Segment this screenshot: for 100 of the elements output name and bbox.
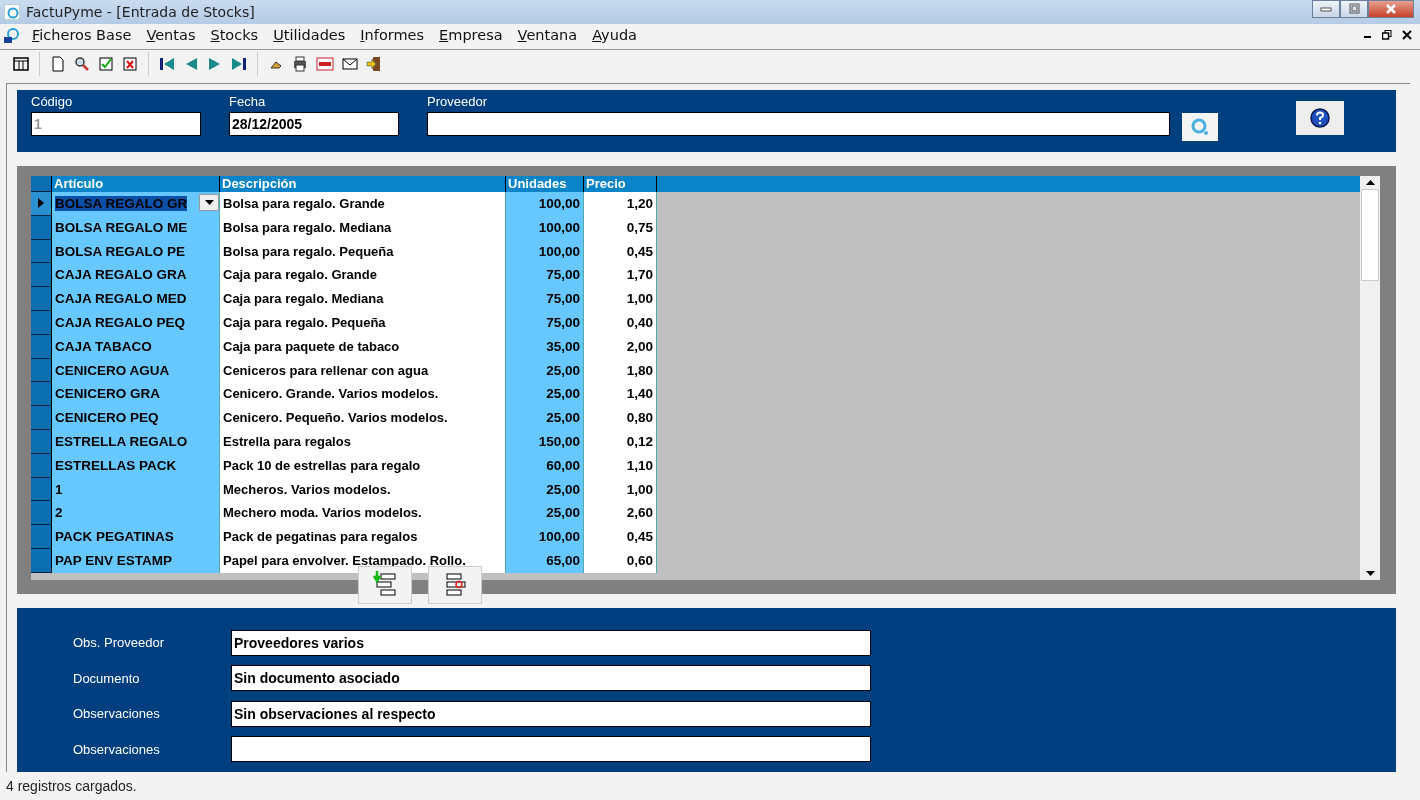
search-button[interactable] xyxy=(1182,113,1218,141)
row-indicator[interactable] xyxy=(31,525,52,549)
row-indicator[interactable] xyxy=(31,477,52,502)
row-indicator[interactable] xyxy=(31,192,52,216)
input-field[interactable] xyxy=(427,112,1170,136)
insert-row-button[interactable] xyxy=(358,566,412,604)
table-cell: Caja para paquete de tabaco xyxy=(220,334,506,359)
table-cell: 0,75 xyxy=(584,215,657,240)
table-cell: CAJA REGALO GRA xyxy=(52,263,220,288)
field-label: Observaciones xyxy=(73,706,161,722)
table-cell: 2,00 xyxy=(584,334,657,359)
table-cell: 25,00 xyxy=(506,501,584,526)
scrollbar[interactable] xyxy=(1360,176,1380,580)
row-indicator[interactable] xyxy=(31,311,52,335)
table-cell: Estrella para regalos xyxy=(220,429,506,454)
table-cell: BOLSA REGALO ME xyxy=(52,215,220,240)
close-icon xyxy=(1385,3,1397,15)
table-cell: 25,00 xyxy=(506,382,584,407)
row-indicator[interactable] xyxy=(31,215,52,240)
input-field[interactable]: Sin documento asociado xyxy=(231,665,871,692)
row-indicator[interactable] xyxy=(31,287,52,311)
table-cell: ESTRELLAS PACK xyxy=(52,453,220,478)
input-field[interactable]: Proveedores varios xyxy=(231,629,871,656)
row-indicator[interactable] xyxy=(31,358,52,383)
table-cell: 0,45 xyxy=(584,525,657,549)
menu-item[interactable]: Ventas xyxy=(146,27,196,44)
table-cell: 60,00 xyxy=(506,453,584,478)
delete-row-button[interactable] xyxy=(428,566,482,604)
table-cell: CAJA REGALO PEQ xyxy=(52,311,220,335)
menu-item[interactable]: Stocks xyxy=(210,27,259,44)
table-cell: 65,00 xyxy=(506,548,584,573)
table-cell: CAJA REGALO MED xyxy=(52,287,220,311)
table-cell: 1,80 xyxy=(584,358,657,383)
row-indicator[interactable] xyxy=(31,453,52,478)
row-indicator[interactable] xyxy=(31,239,52,264)
table-cell: 100,00 xyxy=(506,215,584,240)
menu-item[interactable]: Utilidades xyxy=(273,27,346,44)
caret-icon xyxy=(204,200,214,205)
table-cell: 2,60 xyxy=(584,501,657,526)
input-field[interactable]: 28/12/2005 xyxy=(229,112,399,136)
table-cell: 25,00 xyxy=(506,477,584,502)
scrollbar-thumb[interactable] xyxy=(1361,189,1379,281)
table-cell: Cenicero. Pequeño. Varios modelos. xyxy=(220,406,506,430)
scroll-down-icon[interactable] xyxy=(1365,571,1375,576)
field-label: Documento xyxy=(73,670,141,686)
row-indicator[interactable] xyxy=(31,548,52,573)
table-cell: 0,12 xyxy=(584,429,657,454)
field-label: Obs. Proveedor xyxy=(73,635,166,651)
table-cell: Pack 10 de estrellas para regalo xyxy=(220,453,506,478)
table-cell: Ceniceros para rellenar con agua xyxy=(220,358,506,383)
table-cell: 1,20 xyxy=(584,192,657,216)
pointer-icon xyxy=(37,198,45,209)
input-field[interactable]: Sin observaciones al respecto xyxy=(231,700,871,727)
table-cell: PAP ENV ESTAMP xyxy=(52,548,220,573)
table-cell: 0,40 xyxy=(584,311,657,335)
row-indicator[interactable] xyxy=(31,263,52,288)
table-cell: CENICERO GRA xyxy=(52,382,220,407)
restore-icon xyxy=(1382,30,1392,41)
menu-item[interactable]: Ventana xyxy=(517,27,578,44)
minimize-icon xyxy=(1320,6,1332,12)
table-cell: 0,45 xyxy=(584,239,657,264)
table-cell: 0,60 xyxy=(584,548,657,573)
field-label: Fecha xyxy=(229,94,267,111)
table-cell: Cenicero. Grande. Varios modelos. xyxy=(220,382,506,407)
table-cell: BOLSA REGALO PE xyxy=(52,239,220,264)
table-cell: 75,00 xyxy=(506,263,584,288)
table-cell: ESTRELLA REGALO xyxy=(52,429,220,454)
input-field[interactable] xyxy=(231,736,871,763)
restore-button[interactable] xyxy=(1380,28,1394,43)
table-cell: 1,00 xyxy=(584,477,657,502)
row-indicator[interactable] xyxy=(31,382,52,407)
dropdown-button[interactable] xyxy=(199,194,219,211)
menu-item[interactable]: Informes xyxy=(360,27,425,44)
menu-item[interactable]: Empresa xyxy=(439,27,503,44)
menu-item[interactable]: Ayuda xyxy=(592,27,637,44)
maximize-button[interactable] xyxy=(1340,0,1368,18)
search-icon xyxy=(1190,117,1210,137)
scroll-up-icon[interactable] xyxy=(1365,180,1375,185)
field-label: Observaciones xyxy=(73,741,161,757)
table-cell: 1,10 xyxy=(584,453,657,478)
field-label: Código xyxy=(31,94,74,111)
maximize-icon xyxy=(1348,3,1360,15)
table-cell: Pack de pegatinas para regalos xyxy=(220,525,506,549)
table-cell: Caja para regalo. Pequeña xyxy=(220,311,506,335)
row-indicator[interactable] xyxy=(31,406,52,430)
help-button[interactable] xyxy=(1296,101,1344,135)
row-indicator[interactable] xyxy=(31,501,52,526)
app-logo-icon xyxy=(4,27,20,44)
table-cell: CENICERO PEQ xyxy=(52,406,220,430)
table-cell: 0,80 xyxy=(584,406,657,430)
table-cell: CENICERO AGUA xyxy=(52,358,220,383)
row-indicator[interactable] xyxy=(31,334,52,359)
window-title: FactuPyme - [Entrada de Stocks] xyxy=(26,3,255,20)
table-cell: 1 xyxy=(52,477,220,502)
table-cell: 150,00 xyxy=(506,429,584,454)
table-cell: 1,70 xyxy=(584,263,657,288)
table-cell: 35,00 xyxy=(506,334,584,359)
insert-row-icon xyxy=(373,571,397,599)
row-indicator[interactable] xyxy=(31,429,52,454)
menu-item[interactable]: Ficheros Base xyxy=(32,27,132,44)
